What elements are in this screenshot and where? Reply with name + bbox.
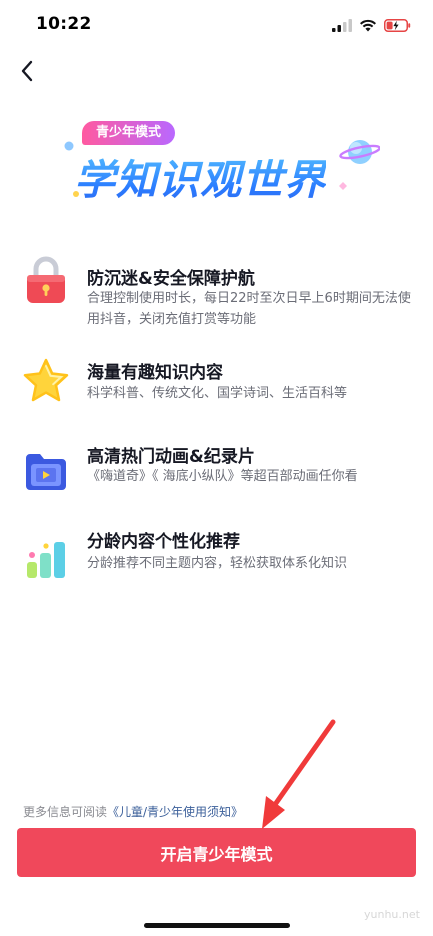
feature-item-animation: 高清热门动画&纪录片 《嗨道奇》《 海底小纵队》等超百部动画任你看: [0, 436, 433, 516]
feature-item-anti-addiction: 防沉迷&安全保障护航 合理控制使用时长，每日22时至次日早上6时期间无法使用抖音…: [0, 250, 433, 330]
feature-title: 防沉迷&安全保障护航: [87, 269, 255, 289]
video-folder-icon: [20, 446, 72, 498]
back-button[interactable]: [12, 58, 42, 88]
feature-title: 高清热门动画&纪录片: [87, 447, 255, 467]
feature-desc: 分龄推荐不同主题内容，轻松获取体系化知识: [87, 556, 348, 571]
bar-chart-icon: [20, 533, 72, 585]
info-line: 更多信息可阅读《儿童/青少年使用须知》: [23, 803, 243, 820]
watermark: yunhu.net: [364, 908, 420, 921]
signal-icon: [332, 17, 352, 36]
info-prefix: 更多信息可阅读: [23, 805, 108, 819]
feature-item-knowledge: 海量有趣知识内容 科学科普、传统文化、国学诗词、生活百科等: [0, 353, 433, 433]
lock-icon: [20, 254, 72, 306]
usage-notice-link[interactable]: 《儿童/青少年使用须知》: [107, 805, 243, 819]
hero-banner: 青少年模式 学知识观世界: [60, 118, 380, 214]
enable-teen-mode-button[interactable]: 开启青少年模式: [17, 828, 416, 877]
home-indicator: [144, 923, 290, 928]
feature-title: 海量有趣知识内容: [87, 363, 223, 383]
star-icon: [20, 355, 72, 407]
hero-badge: 青少年模式: [82, 121, 176, 145]
wifi-icon: [359, 17, 377, 36]
feature-desc: 合理控制使用时长，每日22时至次日早上6时期间无法使用抖音，关闭充值打赏等功能: [87, 291, 411, 327]
feature-desc: 科学科普、传统文化、国学诗词、生活百科等: [87, 386, 348, 401]
feature-item-recommendation: 分龄内容个性化推荐 分龄推荐不同主题内容，轻松获取体系化知识: [0, 525, 433, 605]
chevron-left-icon: [19, 59, 35, 87]
status-time: 10:22: [36, 14, 92, 34]
feature-desc: 《嗨道奇》《 海底小纵队》等超百部动画任你看: [87, 469, 358, 484]
battery-charging-icon: [384, 17, 411, 36]
feature-title: 分龄内容个性化推荐: [87, 532, 240, 552]
status-bar: 10:22: [0, 0, 433, 52]
status-icons: [332, 17, 411, 36]
hero-title: 学知识观世界: [74, 146, 326, 206]
